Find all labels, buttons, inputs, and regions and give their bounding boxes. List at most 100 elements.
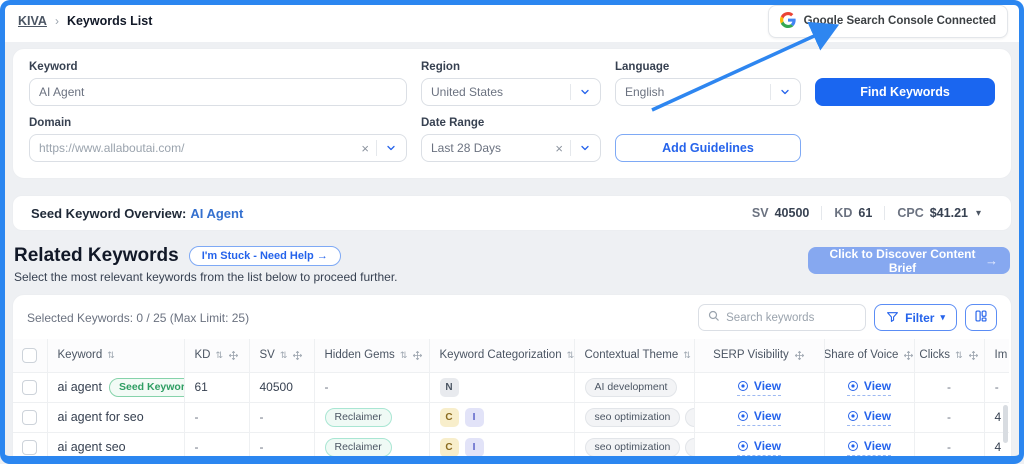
keyword-input[interactable] — [39, 85, 397, 99]
contextual-theme-badge: ai technology — [685, 437, 693, 457]
search-icon — [708, 309, 720, 327]
share-of-voice-cell[interactable]: View — [823, 372, 915, 403]
clear-icon[interactable]: × — [551, 141, 570, 156]
hidden-gem-badge: Reclaimer — [324, 437, 392, 457]
serp-visibility-cell[interactable]: View — [693, 432, 825, 463]
seed-stats[interactable]: SV 40500 KD 61 CPC $41.21 ▾ — [740, 206, 993, 220]
breadcrumb-current: Keywords List — [66, 14, 153, 28]
sort-icon[interactable]: ⇅ — [400, 350, 408, 361]
region-select[interactable]: United States — [421, 78, 601, 106]
share-of-voice-view-link[interactable]: View — [846, 409, 892, 426]
hidden-gem-badge: Reclaimer — [324, 407, 392, 427]
need-help-button[interactable]: I'm Stuck - Need Help → — [188, 246, 341, 266]
chevron-down-icon[interactable] — [571, 86, 591, 98]
column-label: Hidden Gems — [324, 349, 395, 362]
row-select-cell[interactable] — [13, 432, 48, 463]
column-header-contextual-theme[interactable]: Contextual Theme ⇅ — [573, 339, 695, 373]
find-keywords-button[interactable]: Find Keywords — [815, 78, 995, 106]
move-column-icon[interactable] — [794, 350, 805, 361]
keyword-search-box[interactable] — [698, 304, 867, 331]
share-of-voice-view-link[interactable]: View — [846, 439, 892, 456]
move-column-icon[interactable] — [412, 350, 423, 361]
google-logo-icon — [779, 11, 796, 31]
keywords-table-card: Selected Keywords: 0 / 25 (Max Limit: 25… — [12, 294, 1012, 464]
date-range-select[interactable]: Last 28 Days × — [421, 134, 601, 162]
clear-icon[interactable]: × — [357, 141, 376, 156]
column-header-kd[interactable]: KD ⇅ — [183, 339, 250, 373]
contextual-theme-cell: AI development — [573, 372, 695, 403]
search-keywords-input[interactable] — [726, 311, 857, 324]
date-range-label: Date Range — [421, 117, 485, 129]
domain-field: Domain × — [29, 117, 407, 162]
filter-button[interactable]: Filter ▾ — [874, 304, 957, 331]
move-column-icon[interactable] — [228, 350, 239, 361]
select-all-checkbox[interactable] — [22, 347, 38, 363]
move-column-icon[interactable] — [968, 350, 979, 361]
column-header-clicks[interactable]: Clicks ⇅ — [913, 339, 985, 373]
discover-content-brief-button[interactable]: Click to Discover Content Brief → — [808, 247, 1010, 275]
table-scrollbar[interactable] — [1003, 405, 1008, 443]
categorization-badge-i: I — [464, 407, 484, 427]
row-select-cell[interactable] — [13, 372, 48, 403]
column-label: SV — [259, 349, 275, 362]
share-of-voice-view-link[interactable]: View — [846, 379, 892, 396]
column-header-keyword[interactable]: Keyword ⇅ — [46, 339, 185, 373]
column-label: SERP Visibility — [713, 349, 789, 362]
keyword-categorization-cell: CI — [428, 432, 575, 463]
language-label: Language — [615, 61, 670, 73]
share-of-voice-cell[interactable]: View — [823, 432, 915, 463]
caret-down-icon[interactable]: ▾ — [976, 208, 981, 219]
clicks-cell: - — [913, 432, 985, 463]
sv-cell: 40500 — [248, 372, 315, 403]
keyword-text: ai agent seo — [57, 440, 126, 454]
language-select[interactable]: English — [615, 78, 801, 106]
column-label: Clicks — [919, 349, 951, 362]
column-header-keyword-categorization[interactable]: Keyword Categorization ⇅ — [428, 339, 575, 373]
kd-cell: 61 — [183, 372, 250, 403]
domain-label: Domain — [29, 117, 72, 129]
share-of-voice-cell[interactable]: View — [823, 402, 915, 433]
google-search-console-badge[interactable]: Google Search Console Connected — [767, 4, 1008, 38]
chevron-down-icon[interactable] — [571, 142, 591, 154]
categorization-badge-i: I — [464, 437, 484, 457]
serp-visibility-cell[interactable]: View — [693, 402, 825, 433]
row-checkbox[interactable] — [22, 379, 38, 395]
column-settings-button[interactable] — [965, 304, 997, 331]
breadcrumb-kiva-link[interactable]: KIVA — [18, 14, 47, 28]
column-header-hidden-gems[interactable]: Hidden Gems ⇅ — [313, 339, 430, 373]
chevron-down-icon[interactable] — [377, 142, 397, 154]
serp-visibility-cell[interactable]: View — [693, 372, 825, 403]
kd-cell: - — [183, 402, 250, 433]
chevron-down-icon[interactable] — [771, 86, 791, 98]
select-all-header[interactable] — [13, 339, 48, 373]
sort-icon[interactable]: ⇅ — [955, 350, 963, 361]
serp-visibility-view-link[interactable]: View — [736, 439, 782, 456]
column-header-im[interactable]: Im — [983, 339, 1009, 373]
move-column-icon[interactable] — [292, 350, 303, 361]
domain-input[interactable] — [39, 141, 358, 155]
keyword-text: ai agent — [57, 380, 102, 394]
contextual-theme-cell: seo optimization ai technology — [573, 432, 695, 463]
row-select-cell[interactable] — [13, 402, 48, 433]
table-row: ai agentSeed Keyword6140500-NAI developm… — [13, 372, 1009, 403]
move-column-icon[interactable] — [903, 350, 913, 361]
categorization-badge-c: C — [439, 407, 459, 427]
row-checkbox[interactable] — [22, 409, 38, 425]
sort-icon[interactable]: ⇅ — [215, 350, 223, 361]
column-header-sv[interactable]: SV ⇅ — [248, 339, 315, 373]
impressions-cell: - — [983, 372, 1009, 403]
sort-icon[interactable]: ⇅ — [107, 350, 115, 361]
keyword-cell: ai agent seo — [46, 432, 185, 463]
contextual-theme-cell: seo optimization ai technology — [573, 402, 695, 433]
serp-visibility-view-link[interactable]: View — [736, 409, 782, 426]
column-header-share-of-voice[interactable]: Share of Voice — [823, 339, 915, 373]
column-header-serp-visibility[interactable]: SERP Visibility — [693, 339, 825, 373]
seed-keyword-badge: Seed Keyword — [108, 377, 183, 397]
related-keywords-section: Related Keywords I'm Stuck - Need Help →… — [12, 245, 1012, 284]
sort-icon[interactable]: ⇅ — [280, 350, 288, 361]
sort-icon[interactable]: ⇅ — [683, 350, 691, 361]
row-checkbox[interactable] — [22, 439, 38, 455]
serp-visibility-view-link[interactable]: View — [736, 379, 782, 396]
sort-icon[interactable]: ⇅ — [567, 350, 573, 361]
add-guidelines-button[interactable]: Add Guidelines — [615, 134, 801, 162]
